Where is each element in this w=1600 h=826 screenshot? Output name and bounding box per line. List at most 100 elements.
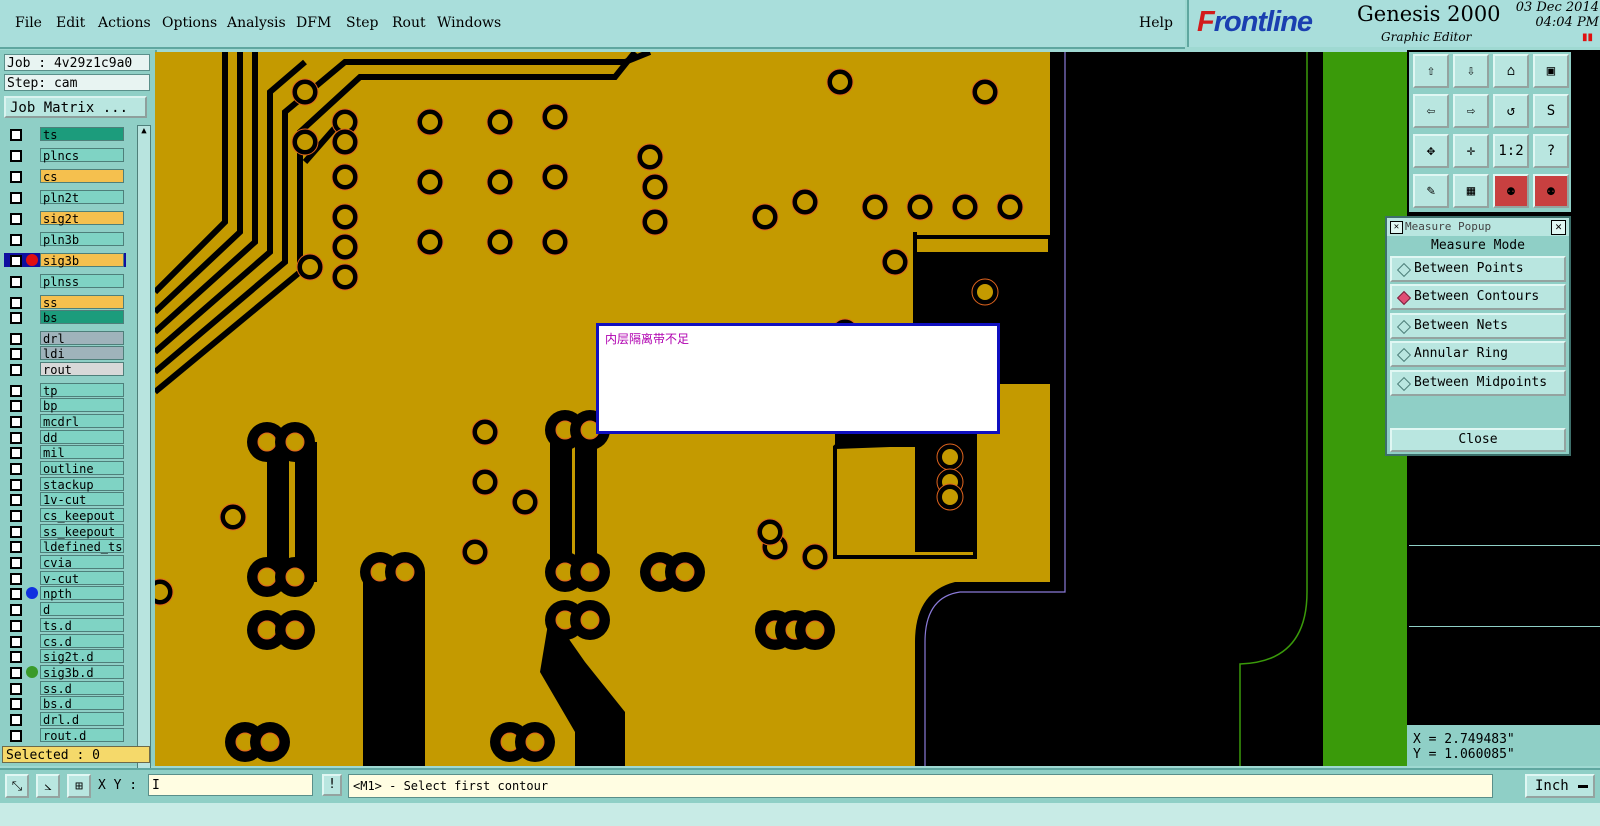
layer-checkbox[interactable] (10, 447, 22, 459)
close-icon[interactable]: ✕ (1551, 220, 1566, 235)
layer-checkbox[interactable] (10, 651, 22, 663)
palette-icon[interactable]: ✎ (1413, 174, 1449, 208)
layer-row[interactable]: 1v-cut (4, 492, 126, 507)
grid-icon[interactable]: ▦ (1453, 174, 1489, 208)
layer-checkbox[interactable] (10, 192, 22, 204)
layer-checkbox[interactable] (10, 129, 22, 141)
center-icon[interactable]: ✛ (1453, 134, 1489, 168)
layer-row[interactable]: mil (4, 445, 126, 460)
overview-map[interactable] (1409, 545, 1600, 627)
layer-colors-2-icon[interactable]: ⚉ (1533, 174, 1569, 208)
layer-checkbox[interactable] (10, 416, 22, 428)
mode-between-points[interactable]: Between Points (1390, 256, 1566, 282)
back-icon[interactable]: ↺ (1493, 94, 1529, 128)
xy-input[interactable] (148, 774, 313, 796)
zoom-home-icon[interactable]: ⇧ (1413, 54, 1449, 88)
layer-checkbox[interactable] (10, 213, 22, 225)
snap-icon[interactable]: ⤡ (5, 774, 29, 798)
layer-row[interactable]: ts (4, 127, 126, 142)
layer-checkbox[interactable] (10, 604, 22, 616)
layer-row[interactable]: drl (4, 331, 126, 346)
fit-icon[interactable]: ✥ (1413, 134, 1449, 168)
layer-checkbox[interactable] (10, 255, 22, 267)
layer-row[interactable]: ldi (4, 346, 126, 361)
job-matrix-button[interactable]: Job Matrix ... (4, 96, 147, 118)
layer-row[interactable]: mcdrl (4, 414, 126, 429)
zoom-in-icon[interactable]: ⇩ (1453, 54, 1489, 88)
menu-actions[interactable]: Actions (98, 15, 151, 31)
pan-left-icon[interactable]: ⇦ (1413, 94, 1449, 128)
layer-row[interactable]: sig3b.d (4, 665, 126, 680)
layer-checkbox[interactable] (10, 385, 22, 397)
layer-row[interactable]: ts.d (4, 618, 126, 633)
layer-row[interactable]: v-cut (4, 571, 126, 586)
layer-checkbox[interactable] (10, 234, 22, 246)
execute-button[interactable]: ! (322, 774, 342, 796)
layer-checkbox[interactable] (10, 463, 22, 475)
menu-rout[interactable]: Rout (392, 15, 426, 31)
layer-checkbox[interactable] (10, 526, 22, 538)
layer-row[interactable]: plnss (4, 274, 126, 289)
layer-row[interactable]: rout.d (4, 728, 126, 743)
layer-checkbox[interactable] (10, 541, 22, 553)
layer-checkbox[interactable] (10, 557, 22, 569)
layer-row[interactable]: ss.d (4, 681, 126, 696)
layer-row[interactable]: cvia (4, 555, 126, 570)
layer-row[interactable]: sig2t.d (4, 649, 126, 664)
graphic-canvas[interactable]: 内层隔离带不足 (155, 52, 1407, 766)
unit-select[interactable]: Inch (1525, 774, 1595, 798)
layer-row[interactable]: bs.d (4, 696, 126, 711)
layer-colors-icon[interactable]: ⚉ (1493, 174, 1529, 208)
menu-help[interactable]: Help (1139, 15, 1173, 31)
layer-row[interactable]: rout (4, 362, 126, 377)
layer-row[interactable]: pln2t (4, 190, 126, 205)
grid-snap-icon[interactable]: ⊞ (67, 774, 91, 798)
layer-row[interactable]: cs (4, 169, 126, 184)
menu-dfm[interactable]: DFM (296, 15, 331, 31)
layer-checkbox[interactable] (10, 683, 22, 695)
zoom-window-icon[interactable]: ▣ (1533, 54, 1569, 88)
popup-menu-icon[interactable]: ✕ (1390, 221, 1403, 234)
close-button[interactable]: Close (1390, 428, 1566, 452)
layer-row[interactable]: stackup (4, 477, 126, 492)
layer-row[interactable]: tp (4, 383, 126, 398)
layer-checkbox[interactable] (10, 171, 22, 183)
annotation-box[interactable]: 内层隔离带不足 (596, 323, 1000, 434)
layer-checkbox[interactable] (10, 494, 22, 506)
menu-edit[interactable]: Edit (56, 15, 85, 31)
layer-checkbox[interactable] (10, 714, 22, 726)
layer-row[interactable]: cs_keepout (4, 508, 126, 523)
layer-checkbox[interactable] (10, 400, 22, 412)
layer-row[interactable]: d (4, 602, 126, 617)
layer-checkbox[interactable] (10, 573, 22, 585)
redraw-icon[interactable]: S (1533, 94, 1569, 128)
layer-checkbox[interactable] (10, 432, 22, 444)
mode-between-nets[interactable]: Between Nets (1390, 313, 1566, 339)
layer-checkbox[interactable] (10, 333, 22, 345)
layer-row[interactable]: outline (4, 461, 126, 476)
menu-analysis[interactable]: Analysis (227, 15, 286, 31)
layer-checkbox[interactable] (10, 297, 22, 309)
layer-checkbox[interactable] (10, 588, 22, 600)
layer-checkbox[interactable] (10, 730, 22, 742)
layer-checkbox[interactable] (10, 636, 22, 648)
mode-annular-ring[interactable]: Annular Ring (1390, 341, 1566, 367)
layer-checkbox[interactable] (10, 150, 22, 162)
layer-checkbox[interactable] (10, 312, 22, 324)
layer-row[interactable]: plncs (4, 148, 126, 163)
layer-checkbox[interactable] (10, 276, 22, 288)
layer-row[interactable]: pln3b (4, 232, 126, 247)
layer-row[interactable]: bp (4, 398, 126, 413)
pan-right-icon[interactable]: ⇨ (1453, 94, 1489, 128)
menu-options[interactable]: Options (162, 15, 217, 31)
home-icon[interactable]: ⌂ (1493, 54, 1529, 88)
layer-checkbox[interactable] (10, 698, 22, 710)
ratio-button[interactable]: 1:2 (1493, 134, 1529, 168)
layer-row[interactable]: cs.d (4, 634, 126, 649)
layer-checkbox[interactable] (10, 510, 22, 522)
layer-checkbox[interactable] (10, 620, 22, 632)
layer-row[interactable]: dd (4, 430, 126, 445)
layer-row[interactable]: sig3b (4, 253, 126, 268)
measure-icon[interactable]: ⦣ (36, 774, 60, 798)
help-button[interactable]: ? (1533, 134, 1569, 168)
